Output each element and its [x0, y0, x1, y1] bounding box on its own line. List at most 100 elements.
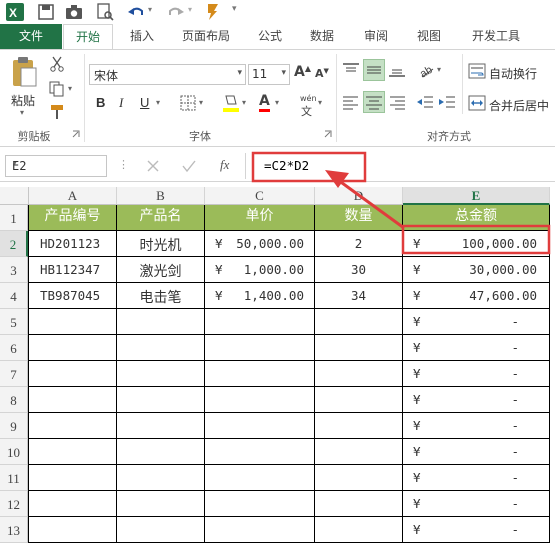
row-header-3[interactable]: 3: [0, 257, 28, 283]
tab-insert[interactable]: 插入: [120, 24, 164, 49]
header-cell[interactable]: 产品编号: [29, 205, 117, 231]
font-name-dropdown-icon[interactable]: ▾: [237, 68, 242, 78]
table-cell[interactable]: [315, 439, 403, 465]
cancel-icon[interactable]: [146, 159, 160, 173]
table-cell[interactable]: ¥ -: [403, 465, 550, 491]
table-cell[interactable]: [315, 491, 403, 517]
header-cell[interactable]: 单价: [205, 205, 315, 231]
customize-qat-icon[interactable]: ▾: [232, 4, 237, 14]
table-cell[interactable]: [205, 335, 315, 361]
table-cell[interactable]: [315, 517, 403, 543]
table-cell[interactable]: [315, 413, 403, 439]
tab-data[interactable]: 数据: [300, 24, 344, 49]
paste-button-label[interactable]: 粘贴: [11, 92, 35, 109]
table-cell[interactable]: [117, 465, 205, 491]
row-header-2[interactable]: 2: [0, 231, 28, 257]
table-cell[interactable]: ¥47,600.00: [403, 283, 550, 309]
table-cell[interactable]: [117, 309, 205, 335]
header-cell[interactable]: 总金额: [403, 205, 550, 231]
italic-button[interactable]: I: [119, 95, 123, 111]
table-cell[interactable]: [315, 335, 403, 361]
redo-dropdown-icon[interactable]: ▾: [188, 5, 192, 14]
paste-icon[interactable]: [10, 56, 38, 88]
tab-view[interactable]: 视图: [407, 24, 451, 49]
font-size-dropdown-icon[interactable]: ▾: [281, 68, 286, 78]
table-cell[interactable]: [205, 465, 315, 491]
enter-icon[interactable]: [182, 159, 196, 173]
table-cell[interactable]: ¥1,400.00: [205, 283, 315, 309]
orientation-dropdown-icon[interactable]: ▾: [437, 65, 441, 74]
font-dialog-launcher-icon[interactable]: [324, 130, 332, 138]
font-size-select[interactable]: 11 ▾: [248, 64, 290, 85]
merge-center-button[interactable]: 合并后居中: [489, 97, 549, 114]
font-color-button[interactable]: A: [259, 94, 270, 112]
row-header-13[interactable]: 13: [0, 517, 28, 543]
align-left-icon[interactable]: [342, 94, 360, 110]
table-cell[interactable]: 2: [315, 231, 403, 257]
table-cell[interactable]: [315, 309, 403, 335]
table-cell[interactable]: [117, 361, 205, 387]
wrap-text-icon[interactable]: [468, 63, 486, 79]
increase-font-size-icon[interactable]: A▲: [294, 64, 311, 80]
redo-icon[interactable]: [167, 4, 185, 20]
table-cell[interactable]: 激光剑: [117, 257, 205, 283]
table-cell[interactable]: ¥ -: [403, 439, 550, 465]
row-header-5[interactable]: 5: [0, 309, 28, 335]
increase-indent-icon[interactable]: [438, 94, 456, 110]
table-cell[interactable]: TB987045: [29, 283, 117, 309]
copy-dropdown-icon[interactable]: ▾: [68, 84, 72, 93]
table-cell[interactable]: [29, 335, 117, 361]
font-name-select[interactable]: 宋体 ▾: [89, 64, 246, 85]
table-cell[interactable]: [205, 491, 315, 517]
table-cell[interactable]: 电击笔: [117, 283, 205, 309]
table-cell[interactable]: 时光机: [117, 231, 205, 257]
tab-page-layout[interactable]: 页面布局: [172, 24, 240, 49]
top-align-icon[interactable]: [342, 62, 360, 78]
table-cell[interactable]: ¥ -: [403, 491, 550, 517]
tab-review[interactable]: 审阅: [354, 24, 398, 49]
undo-icon[interactable]: [127, 4, 145, 20]
borders-dropdown-icon[interactable]: ▾: [199, 98, 203, 107]
tab-developer[interactable]: 开发工具: [462, 24, 530, 49]
row-header-6[interactable]: 6: [0, 335, 28, 361]
paste-dropdown-icon[interactable]: ▾: [20, 108, 24, 117]
table-cell[interactable]: [315, 465, 403, 491]
row-header-12[interactable]: 12: [0, 491, 28, 517]
format-painter-qat-icon[interactable]: [205, 3, 221, 21]
table-cell[interactable]: ¥ -: [403, 413, 550, 439]
table-cell[interactable]: [117, 491, 205, 517]
fill-color-dropdown-icon[interactable]: ▾: [242, 98, 246, 107]
table-cell[interactable]: ¥50,000.00: [205, 231, 315, 257]
table-cell[interactable]: [205, 387, 315, 413]
row-header-9[interactable]: 9: [0, 413, 28, 439]
table-cell[interactable]: [29, 387, 117, 413]
row-header-1[interactable]: 1: [0, 205, 28, 231]
decrease-font-size-icon[interactable]: A▼: [315, 67, 329, 80]
header-cell[interactable]: 数量: [315, 205, 403, 231]
formula-bar-grip-icon[interactable]: ⋮: [118, 158, 129, 171]
table-cell[interactable]: ¥100,000.00: [403, 231, 550, 257]
table-cell[interactable]: [29, 517, 117, 543]
clipboard-dialog-launcher-icon[interactable]: [72, 130, 80, 138]
table-cell[interactable]: ¥ -: [403, 361, 550, 387]
bottom-align-icon[interactable]: [388, 62, 406, 78]
borders-icon[interactable]: [180, 95, 196, 111]
font-color-dropdown-icon[interactable]: ▾: [275, 98, 279, 107]
table-cell[interactable]: HD201123: [29, 231, 117, 257]
column-header-a[interactable]: A: [29, 187, 117, 205]
table-cell[interactable]: [29, 439, 117, 465]
column-header-b[interactable]: B: [117, 187, 205, 205]
worksheet-grid[interactable]: A B C D E 1 2 3 4 5 6 7 8 9 10 11 12 13 产品编号 产品名 单价 数量 总金额 HD20…: [0, 187, 555, 547]
select-all-corner[interactable]: [0, 187, 29, 205]
table-cell[interactable]: [205, 309, 315, 335]
row-header-7[interactable]: 7: [0, 361, 28, 387]
table-cell[interactable]: [29, 465, 117, 491]
table-cell[interactable]: 34: [315, 283, 403, 309]
table-cell[interactable]: [205, 361, 315, 387]
align-center-button[interactable]: [363, 91, 385, 113]
row-header-11[interactable]: 11: [0, 465, 28, 491]
wrap-text-button[interactable]: 自动换行: [489, 65, 537, 82]
table-cell[interactable]: ¥ -: [403, 309, 550, 335]
table-cell[interactable]: ¥ -: [403, 335, 550, 361]
bold-button[interactable]: B: [96, 95, 105, 110]
